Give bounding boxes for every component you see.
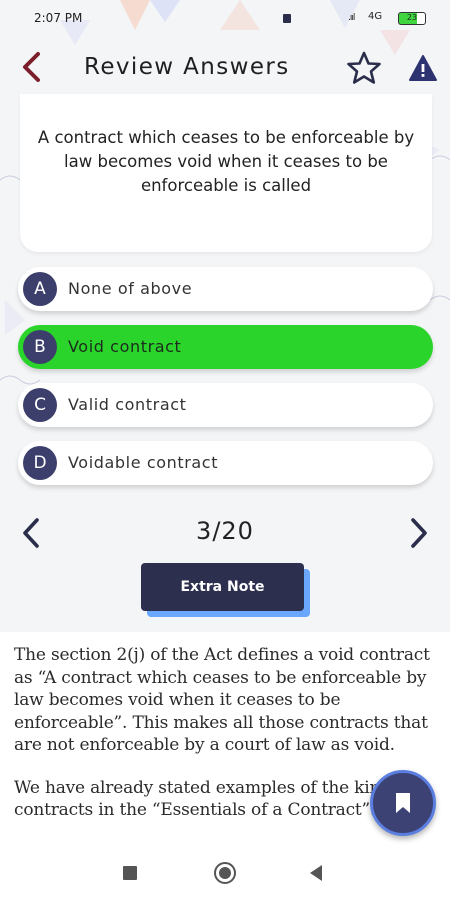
extra-note-button[interactable]: Extra Note <box>141 563 304 611</box>
option-label: None of above <box>68 279 193 298</box>
option-c[interactable]: C Valid contract <box>18 383 433 427</box>
bookmark-button[interactable] <box>370 770 436 836</box>
question-card: A contract which ceases to be enforceabl… <box>20 94 432 252</box>
page-title: Review Answers <box>84 54 290 80</box>
system-navigation-bar <box>0 850 450 900</box>
option-label: Valid contract <box>68 395 187 414</box>
option-label: Void contract <box>68 337 182 356</box>
signal-icon: .ııl <box>348 13 355 23</box>
explanation-paragraph: The section 2(j) of the Act defines a vo… <box>14 645 430 755</box>
chevron-left-icon[interactable] <box>18 50 48 84</box>
option-label: Voidable contract <box>68 453 219 472</box>
app-header: Review Answers <box>0 40 450 98</box>
option-letter: D <box>23 446 57 480</box>
battery-icon: 23 <box>398 12 426 25</box>
warning-triangle-icon[interactable] <box>408 54 438 82</box>
recent-apps-icon[interactable] <box>123 866 137 880</box>
bookmark-icon <box>396 793 410 813</box>
notification-icon <box>283 14 291 23</box>
option-letter: A <box>23 272 57 306</box>
option-letter: C <box>23 388 57 422</box>
back-triangle-icon[interactable] <box>310 865 322 881</box>
question-counter: 3/20 <box>196 517 254 545</box>
status-bar: 2:07 PM .ııl 4G 23 <box>0 0 450 36</box>
previous-question-button[interactable] <box>20 516 42 550</box>
option-b-correct[interactable]: B Void contract <box>18 325 433 369</box>
next-question-button[interactable] <box>408 516 430 550</box>
option-d[interactable]: D Voidable contract <box>18 441 433 485</box>
option-a[interactable]: A None of above <box>18 267 433 311</box>
question-text: A contract which ceases to be enforceabl… <box>37 128 415 195</box>
star-outline-icon[interactable] <box>346 50 382 86</box>
status-time: 2:07 PM <box>34 11 83 25</box>
home-icon[interactable] <box>214 862 236 884</box>
option-letter: B <box>23 330 57 364</box>
network-type: 4G <box>368 11 383 22</box>
